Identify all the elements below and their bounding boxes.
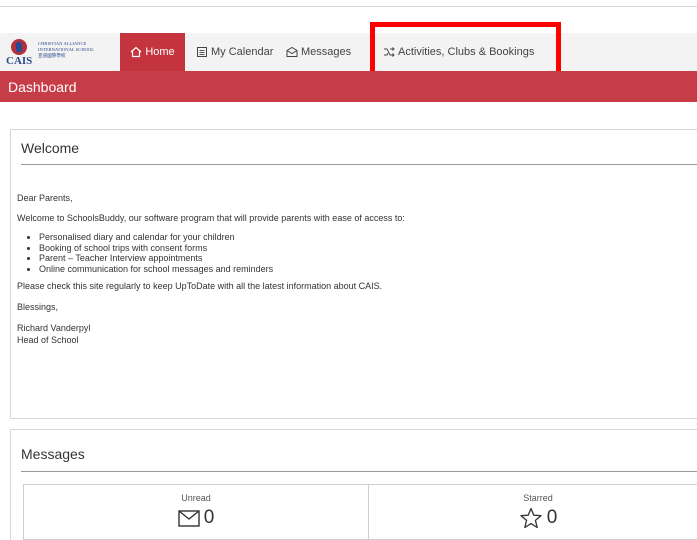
- welcome-closing: Blessings,: [17, 302, 59, 312]
- nav-home[interactable]: Home: [120, 33, 185, 71]
- list-item: Parent – Teacher Interview appointments: [39, 253, 697, 264]
- school-crest-icon: CAIS: [6, 38, 34, 68]
- star-icon: [520, 507, 542, 529]
- starred-messages-card[interactable]: Starred 0: [368, 484, 697, 540]
- top-divider: [0, 6, 697, 7]
- calendar-icon: [197, 47, 207, 57]
- home-icon: [130, 46, 142, 58]
- welcome-feature-list: Personalised diary and calendar for your…: [17, 232, 697, 274]
- unread-count: 0: [203, 507, 215, 528]
- welcome-divider: [21, 164, 697, 165]
- welcome-reminder: Please check this site regularly to keep…: [17, 281, 383, 291]
- school-initials: CAIS: [6, 55, 33, 67]
- unread-messages-card[interactable]: Unread 0: [23, 484, 369, 540]
- nav-home-label: Home: [145, 46, 175, 58]
- signature-title: Head of School: [17, 335, 79, 345]
- welcome-body: Dear Parents, Welcome to SchoolsBuddy, o…: [17, 192, 697, 346]
- nav-messages[interactable]: Messages: [286, 33, 351, 71]
- list-item: Personalised diary and calendar for your…: [39, 232, 697, 243]
- signature-name: Richard Vanderpyl: [17, 323, 91, 333]
- message-icon: [286, 46, 298, 57]
- nav-my-calendar[interactable]: My Calendar: [196, 33, 273, 71]
- messages-divider: [21, 471, 697, 472]
- envelope-icon: [178, 509, 200, 527]
- school-name: CHRISTIAN ALLIANCE INTERNATIONAL SCHOOL …: [38, 41, 95, 58]
- page-title: Dashboard: [8, 79, 77, 95]
- unread-label: Unread: [181, 493, 211, 503]
- welcome-greeting: Dear Parents,: [17, 193, 73, 203]
- messages-title: Messages: [21, 446, 85, 462]
- welcome-panel: Welcome Dear Parents, Welcome to Schools…: [10, 129, 697, 419]
- dashboard-header: Dashboard: [0, 71, 697, 102]
- list-item: Booking of school trips with consent for…: [39, 243, 697, 254]
- welcome-intro: Welcome to SchoolsBuddy, our software pr…: [17, 213, 405, 223]
- starred-label: Starred: [523, 493, 553, 503]
- messages-panel: Messages Unread 0 Starred 0: [10, 429, 697, 540]
- list-item: Online communication for school messages…: [39, 264, 697, 275]
- starred-count: 0: [546, 507, 558, 528]
- school-logo[interactable]: CAIS CHRISTIAN ALLIANCE INTERNATIONAL SC…: [6, 38, 110, 68]
- welcome-title: Welcome: [21, 140, 80, 156]
- nav-messages-label: Messages: [301, 46, 352, 58]
- nav-my-calendar-label: My Calendar: [211, 46, 274, 58]
